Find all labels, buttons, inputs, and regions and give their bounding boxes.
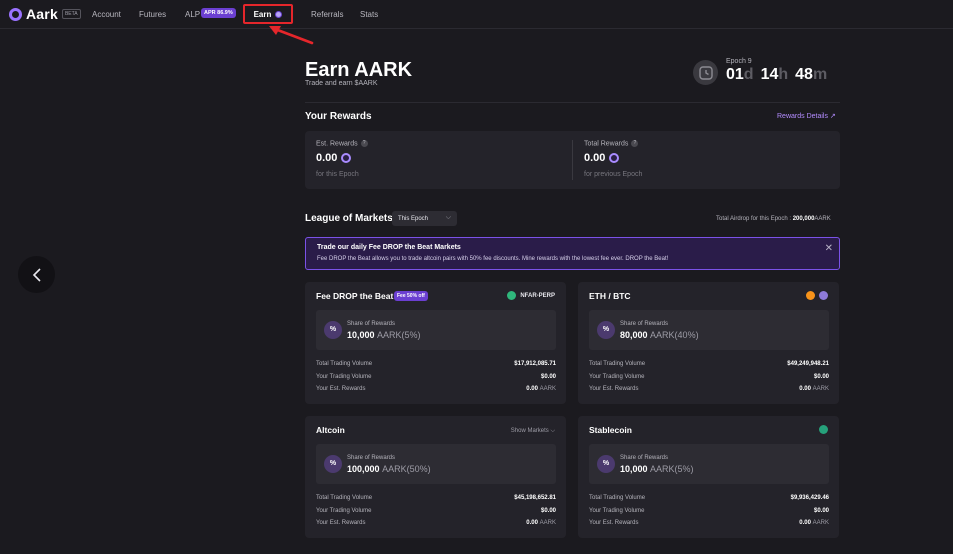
annotation-arrow-icon bbox=[269, 26, 314, 45]
fee-discount-badge: Fee 50% off bbox=[394, 291, 428, 301]
share-value: 10,000 AARK(5%) bbox=[620, 464, 694, 474]
banner-text: Fee DROP the Beat allows you to trade al… bbox=[317, 256, 669, 262]
total-volume-row: Total Trading Volume $45,198,652.81 bbox=[316, 495, 556, 501]
countdown-days: 01 bbox=[726, 66, 744, 83]
your-est-rewards-row: Your Est. Rewards 0.00 AARK bbox=[589, 386, 829, 392]
your-volume-row: Your Trading Volume $0.00 bbox=[316, 374, 556, 380]
total-rewards-foot: for previous Epoch bbox=[584, 171, 643, 178]
market-card-title: Stablecoin bbox=[589, 425, 632, 435]
page-subtitle: Trade and earn $AARK bbox=[305, 80, 378, 87]
your-est-rewards-row: Your Est. Rewards 0.00 AARK bbox=[316, 520, 556, 526]
countdown-days-unit: d bbox=[743, 66, 754, 83]
aark-token-icon bbox=[341, 153, 352, 164]
chevron-left-icon bbox=[32, 267, 41, 282]
share-label: Share of Rewards bbox=[620, 321, 669, 327]
show-markets-toggle[interactable]: Show Markets ⌵ bbox=[511, 428, 555, 435]
help-icon[interactable]: ? bbox=[360, 140, 368, 147]
nav-stats[interactable]: Stats bbox=[360, 10, 378, 19]
brand-logo[interactable]: Aark BETA bbox=[9, 6, 81, 22]
nav-earn-label: Earn bbox=[253, 9, 272, 19]
countdown-minutes-unit: m bbox=[812, 66, 828, 83]
your-volume-row: Your Trading Volume $0.00 bbox=[589, 508, 829, 514]
alp-apr-badge: APR 86.9% bbox=[201, 8, 236, 18]
share-of-rewards: % Share of Rewards 100,000 AARK(50%) bbox=[316, 444, 556, 484]
share-label: Share of Rewards bbox=[347, 455, 396, 461]
back-button[interactable] bbox=[18, 256, 55, 293]
market-card-title: Fee DROP the Beat bbox=[316, 291, 394, 301]
btc-coin-icon bbox=[806, 291, 815, 300]
share-label: Share of Rewards bbox=[347, 321, 396, 327]
market-card-stablecoin: Stablecoin % Share of Rewards 10,000 AAR… bbox=[578, 416, 839, 538]
total-volume-row: Total Trading Volume $17,912,085.71 bbox=[316, 361, 556, 367]
share-value: 100,000 AARK(50%) bbox=[347, 464, 431, 474]
market-tag: NFAR-PERP bbox=[507, 291, 555, 300]
epoch-countdown: 01 d 14 h 48 m bbox=[726, 66, 834, 84]
percent-icon: % bbox=[324, 455, 342, 473]
usdt-coin-icon bbox=[819, 425, 828, 434]
nfar-coin-icon bbox=[507, 291, 517, 300]
aark-token-icon bbox=[275, 10, 283, 18]
market-card-eth-btc: ETH / BTC % Share of Rewards 80,000 AARK… bbox=[578, 282, 839, 404]
market-card-title: ETH / BTC bbox=[589, 291, 631, 301]
est-rewards-foot: for this Epoch bbox=[316, 171, 359, 178]
share-of-rewards: % Share of Rewards 10,000 AARK(5%) bbox=[316, 310, 556, 350]
close-icon[interactable]: ✕ bbox=[825, 243, 833, 254]
percent-icon: % bbox=[597, 321, 615, 339]
market-coins bbox=[815, 425, 828, 434]
rewards-details-link[interactable]: Rewards Details ↗ bbox=[777, 112, 836, 120]
market-tag-label: NFAR-PERP bbox=[520, 292, 555, 299]
total-volume-row: Total Trading Volume $9,936,429.46 bbox=[589, 495, 829, 501]
share-value: 80,000 AARK(40%) bbox=[620, 330, 699, 340]
total-airdrop: Total Airdrop for this Epoch : 200,000AA… bbox=[716, 216, 831, 222]
clock-icon bbox=[693, 60, 718, 85]
market-card-fee-drop: Fee DROP the Beat Fee 50% off NFAR-PERP … bbox=[305, 282, 566, 404]
market-card-title: Altcoin bbox=[316, 425, 345, 435]
share-of-rewards: % Share of Rewards 10,000 AARK(5%) bbox=[589, 444, 829, 484]
chevron-down-icon: ⌵ bbox=[445, 214, 451, 221]
market-coins bbox=[802, 291, 828, 300]
your-est-rewards-row: Your Est. Rewards 0.00 AARK bbox=[316, 386, 556, 392]
rewards-card: Est. Rewards? 0.00 for this Epoch Total … bbox=[305, 131, 840, 189]
percent-icon: % bbox=[597, 455, 615, 473]
countdown-minutes: 48 bbox=[795, 66, 813, 83]
header-divider bbox=[305, 102, 840, 103]
aark-token-icon bbox=[609, 153, 620, 164]
brand-name: Aark bbox=[26, 6, 58, 22]
your-volume-row: Your Trading Volume $0.00 bbox=[316, 508, 556, 514]
nav-alp[interactable]: ALP bbox=[185, 10, 200, 19]
share-value: 10,000 AARK(5%) bbox=[347, 330, 421, 340]
epoch-selector[interactable]: This Epoch ⌵ bbox=[392, 211, 457, 226]
beta-tag: BETA bbox=[61, 9, 81, 19]
help-icon[interactable]: ? bbox=[631, 140, 639, 147]
eth-coin-icon bbox=[819, 291, 828, 300]
share-label: Share of Rewards bbox=[620, 455, 669, 461]
share-of-rewards: % Share of Rewards 80,000 AARK(40%) bbox=[589, 310, 829, 350]
your-est-rewards-row: Your Est. Rewards 0.00 AARK bbox=[589, 520, 829, 526]
nav-futures[interactable]: Futures bbox=[139, 10, 166, 19]
league-title: League of Markets bbox=[305, 213, 393, 224]
top-navigation: Aark BETA Account Futures ALP APR 86.9% … bbox=[0, 0, 953, 29]
rewards-divider bbox=[572, 140, 573, 180]
percent-icon: % bbox=[324, 321, 342, 339]
countdown-hours: 14 bbox=[760, 66, 779, 83]
est-rewards-value: 0.00 bbox=[316, 152, 352, 164]
nav-earn[interactable]: Earn bbox=[243, 4, 293, 24]
aark-logo-icon bbox=[9, 7, 22, 21]
nav-referrals[interactable]: Referrals bbox=[311, 10, 343, 19]
promo-banner: Trade our daily Fee DROP the Beat Market… bbox=[305, 237, 840, 270]
banner-title: Trade our daily Fee DROP the Beat Market… bbox=[317, 244, 461, 251]
epoch-selector-value: This Epoch bbox=[398, 215, 429, 222]
your-volume-row: Your Trading Volume $0.00 bbox=[589, 374, 829, 380]
total-rewards-value: 0.00 bbox=[584, 152, 620, 164]
nav-account[interactable]: Account bbox=[92, 10, 121, 19]
epoch-label: Epoch 9 bbox=[726, 58, 752, 65]
market-card-altcoin: Altcoin Show Markets ⌵ % Share of Reward… bbox=[305, 416, 566, 538]
total-rewards-label: Total Rewards? bbox=[584, 140, 639, 147]
est-rewards-label: Est. Rewards? bbox=[316, 140, 368, 147]
countdown-hours-unit: h bbox=[778, 66, 789, 83]
total-volume-row: Total Trading Volume $49,249,948.21 bbox=[589, 361, 829, 367]
page-title: Earn AARK bbox=[305, 59, 413, 81]
rewards-title: Your Rewards bbox=[305, 111, 372, 122]
